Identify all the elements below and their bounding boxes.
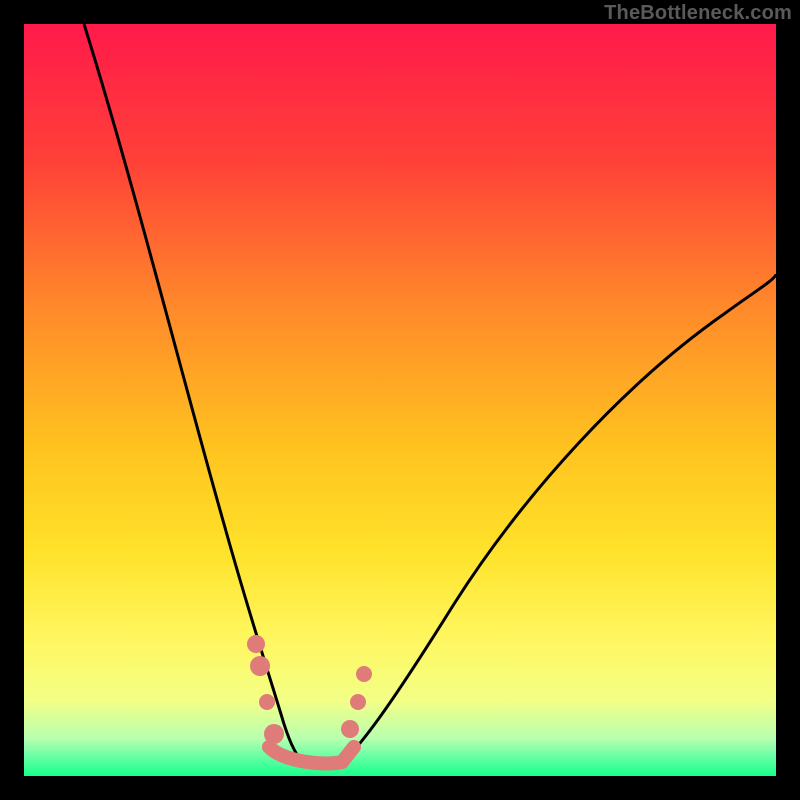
chart-canvas: TheBottleneck.com	[0, 0, 800, 800]
left-curve	[84, 24, 304, 762]
watermark-text: TheBottleneck.com	[604, 2, 792, 25]
valley-floor	[269, 747, 354, 763]
right-curve	[342, 274, 776, 762]
plot-area	[24, 24, 776, 776]
chart-curves	[24, 24, 776, 776]
valley-markers	[247, 635, 372, 744]
